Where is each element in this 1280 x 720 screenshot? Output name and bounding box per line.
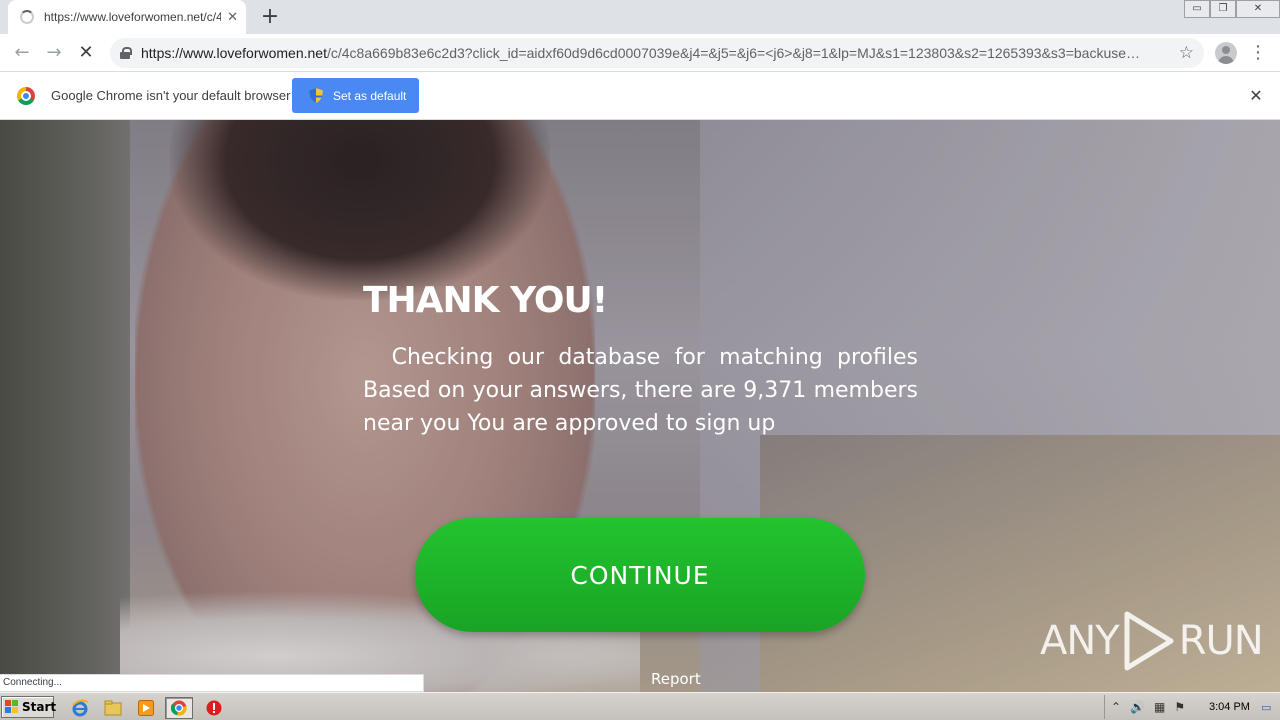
- windows-taskbar: Start ⌃ 🔊 ▦ ⚑ 3:04 PM ▭: [0, 692, 1280, 720]
- address-bar[interactable]: https://www.loveforwomen.net/c/4c8a669b8…: [110, 38, 1204, 68]
- network-icon[interactable]: ▦: [1154, 700, 1165, 714]
- forward-button[interactable]: →: [41, 40, 67, 66]
- minimize-button[interactable]: ▭: [1184, 0, 1210, 18]
- loading-spinner-icon: [20, 10, 34, 24]
- window-close-button[interactable]: ✕: [1236, 0, 1280, 18]
- watermark-right-text: RUN: [1178, 618, 1264, 664]
- page-body-text: Checking our database for matching profi…: [363, 345, 918, 436]
- play-triangle-icon: [1124, 611, 1174, 671]
- file-explorer-icon[interactable]: [99, 697, 127, 719]
- system-tray: ⌃ 🔊 ▦ ⚑: [1104, 695, 1280, 719]
- profile-avatar-icon[interactable]: [1215, 42, 1237, 64]
- page-headline: THANK YOU!: [363, 280, 608, 321]
- url-path: /c/4c8a669b83e6c2d3?click_id=aidxf60d9d6…: [326, 45, 1141, 61]
- start-label: Start: [22, 700, 57, 714]
- security-tool-icon[interactable]: [200, 697, 228, 719]
- volume-icon[interactable]: 🔊: [1130, 700, 1145, 714]
- anyrun-watermark: ANY RUN: [1040, 610, 1264, 672]
- browser-tab[interactable]: https://www.loveforwomen.net/c/4c8a ✕: [8, 0, 246, 34]
- chrome-logo-icon: [17, 87, 35, 105]
- start-button[interactable]: Start: [1, 696, 57, 718]
- media-player-icon[interactable]: [132, 697, 160, 719]
- bookmark-star-icon[interactable]: ☆: [1179, 43, 1194, 63]
- tab-title: https://www.loveforwomen.net/c/4c8a: [44, 10, 222, 24]
- set-as-default-button[interactable]: Set as default: [292, 78, 419, 113]
- continue-button[interactable]: CONTINUE: [415, 518, 865, 632]
- url-host: https://www.loveforwomen.net: [141, 45, 327, 61]
- chrome-menu-button[interactable]: ⋮: [1248, 40, 1268, 66]
- continue-label: CONTINUE: [570, 560, 710, 590]
- maximize-button[interactable]: ❐: [1210, 0, 1236, 18]
- stop-loading-button[interactable]: ✕: [73, 40, 99, 66]
- chrome-taskbar-icon[interactable]: [165, 697, 193, 719]
- show-desktop-icon[interactable]: ▭: [1261, 701, 1271, 714]
- web-page: THANK YOU! Checking our database for mat…: [0, 120, 1280, 692]
- windows-logo-icon: [5, 700, 19, 714]
- watermark-left-text: ANY: [1040, 618, 1120, 664]
- window-controls: ▭ ❐ ✕: [1184, 0, 1280, 18]
- infobar-close-icon[interactable]: ✕: [1246, 86, 1266, 106]
- lock-icon[interactable]: [120, 47, 132, 59]
- tray-expand-icon[interactable]: ⌃: [1111, 700, 1121, 714]
- internet-explorer-icon[interactable]: [66, 697, 94, 719]
- browser-toolbar: ← → ✕ https://www.loveforwomen.net/c/4c8…: [0, 34, 1280, 72]
- tab-close-icon[interactable]: ✕: [227, 10, 238, 25]
- report-link[interactable]: Report: [651, 670, 701, 688]
- status-bubble: Connecting...: [0, 674, 424, 692]
- new-tab-button[interactable]: +: [258, 5, 282, 29]
- infobar-message: Google Chrome isn't your default browser: [51, 88, 291, 103]
- set-as-default-label: Set as default: [333, 88, 407, 103]
- tab-strip: https://www.loveforwomen.net/c/4c8a ✕ + …: [0, 0, 1280, 34]
- url-text[interactable]: https://www.loveforwomen.net/c/4c8a669b8…: [141, 45, 1173, 61]
- default-browser-infobar: Google Chrome isn't your default browser…: [0, 72, 1280, 120]
- back-button[interactable]: ←: [9, 40, 35, 66]
- taskbar-clock[interactable]: 3:04 PM: [1209, 701, 1250, 713]
- action-center-flag-icon[interactable]: ⚑: [1174, 700, 1185, 714]
- uac-shield-icon: [309, 88, 323, 103]
